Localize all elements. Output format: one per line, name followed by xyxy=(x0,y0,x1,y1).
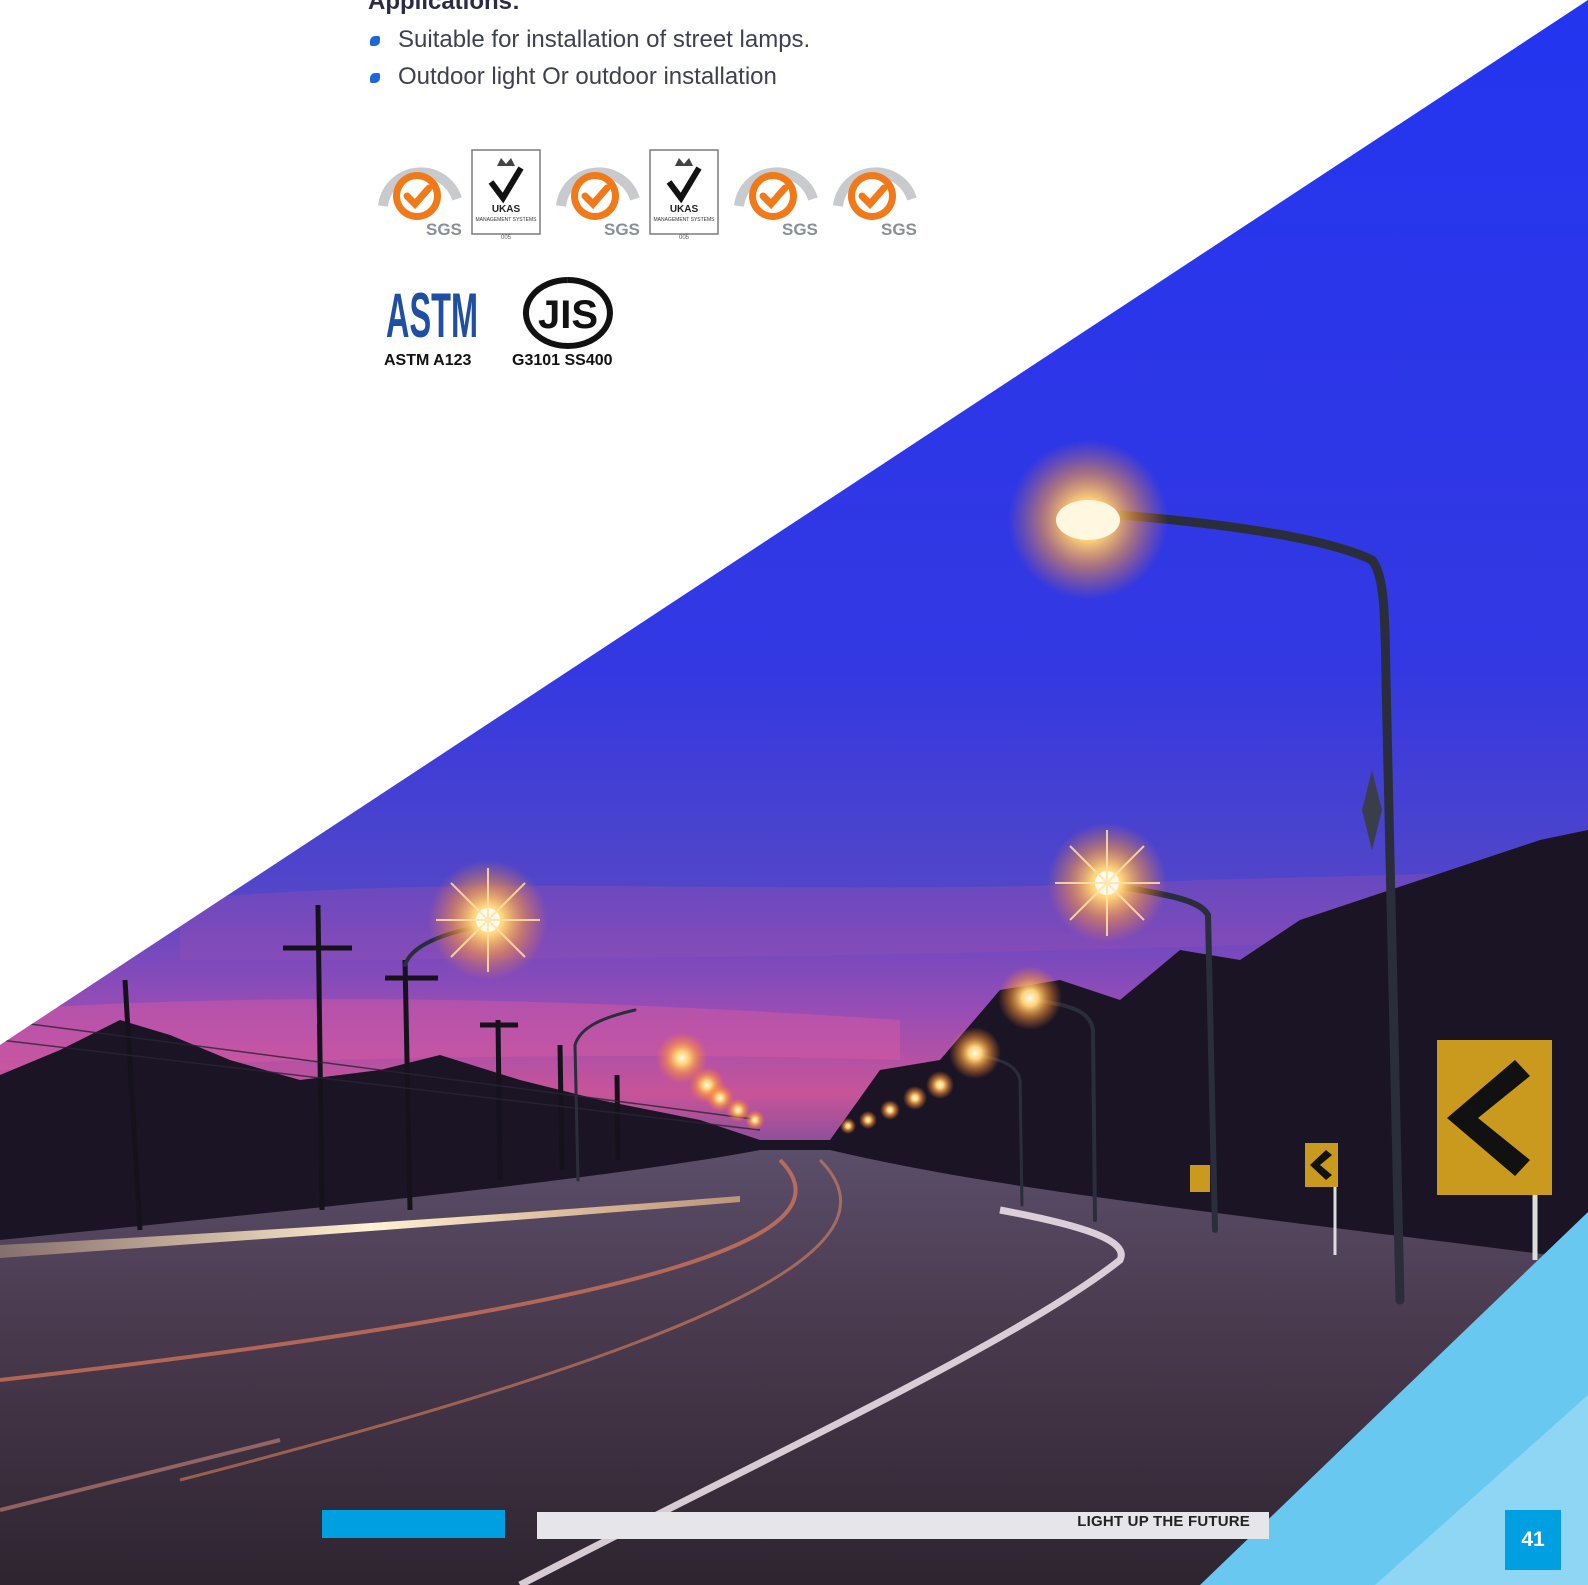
svg-text:JIS: JIS xyxy=(538,293,598,337)
sgs-label: SGS xyxy=(782,220,818,239)
ukas-label: UKAS xyxy=(491,204,521,215)
list-item-text: Suitable for installation of street lamp… xyxy=(398,26,811,53)
svg-text:ASTM: ASTM xyxy=(386,281,478,350)
footer-accent-bar xyxy=(322,1510,505,1538)
astm-standard: ASTM ASTM A123 xyxy=(382,272,482,369)
ukas-label: UKAS xyxy=(669,204,699,215)
bullet-icon xyxy=(370,36,380,46)
bullet-icon xyxy=(370,73,380,83)
sgs-label: SGS xyxy=(881,220,917,239)
list-item-text: Outdoor light Or outdoor installation xyxy=(398,63,777,90)
sgs-label: SGS xyxy=(604,220,640,239)
sgs-badge: SGS xyxy=(826,144,921,249)
jis-caption: G3101 SS400 xyxy=(512,352,613,369)
ukas-code: 005 xyxy=(678,235,689,241)
ukas-badge: UKAS MANAGEMENT SYSTEMS 005 xyxy=(471,144,541,249)
sgs-badge: SGS xyxy=(549,144,644,249)
certification-badges: SGS UKAS MANAGEMENT SYSTEMS 005 SGS UKAS… xyxy=(371,144,917,244)
list-item: Suitable for installation of street lamp… xyxy=(370,22,810,59)
astm-logo: ASTM xyxy=(386,281,478,352)
sgs-label: SGS xyxy=(426,220,462,239)
ukas-code: 005 xyxy=(500,235,511,241)
applications-list: Suitable for installation of street lamp… xyxy=(370,22,810,96)
sgs-badge: SGS xyxy=(727,144,822,249)
astm-caption: ASTM A123 xyxy=(384,352,472,369)
ukas-badge: UKAS MANAGEMENT SYSTEMS 005 xyxy=(649,144,719,249)
jis-standard: JIS G3101 SS400 xyxy=(512,272,616,369)
jis-logo: JIS xyxy=(522,277,613,349)
list-item: Outdoor light Or outdoor installation xyxy=(370,59,810,96)
ukas-subtext: MANAGEMENT SYSTEMS xyxy=(653,217,715,223)
ukas-crown-icon xyxy=(471,149,541,235)
sgs-badge: SGS xyxy=(371,144,466,249)
catalog-page: Applications: Suitable for installation … xyxy=(0,0,1588,1585)
page-number: 41 xyxy=(1505,1510,1561,1570)
footer-tagline: LIGHT UP THE FUTURE xyxy=(1077,1513,1250,1530)
ukas-subtext: MANAGEMENT SYSTEMS xyxy=(475,217,537,223)
applications-heading: Applications: xyxy=(368,0,521,15)
ukas-crown-icon xyxy=(649,149,719,235)
